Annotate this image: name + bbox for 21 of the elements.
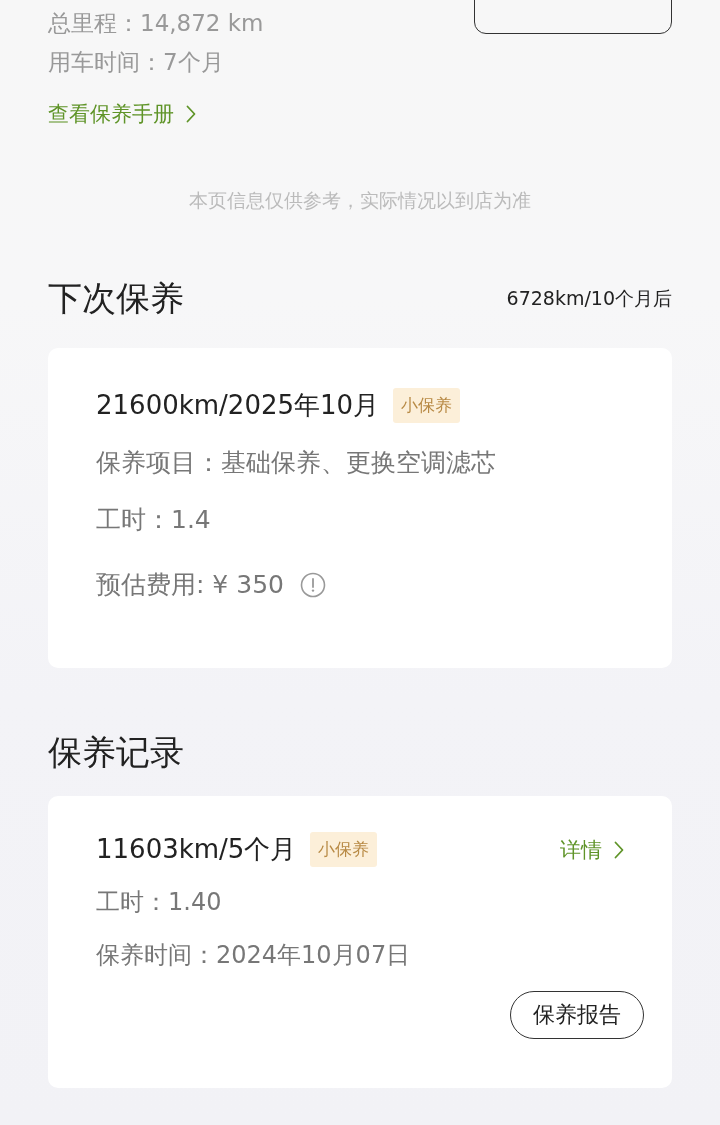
chevron-icon (614, 840, 624, 859)
mileage-text: 总里程：14,872 km (48, 9, 264, 38)
cost-text: 预估费用: ¥ 350 (96, 569, 284, 601)
usage-time-text: 用车时间：7个月 (48, 48, 224, 77)
report-button[interactable]: 保养报告 (510, 991, 644, 1039)
remaining-text: 6728km/10个月后 (506, 286, 672, 311)
items-text: 保养项目：基础保养、更换空调滤芯 (96, 447, 497, 479)
chevron-icon (186, 105, 196, 123)
info-icon[interactable] (299, 571, 326, 598)
notice-text: 本页信息仅供参考，实际情况以到店为准 (188, 188, 532, 213)
hours-text: 工时：1.4 (96, 504, 212, 536)
section-title: 下次保养 (48, 277, 184, 320)
date-text: 保养时间：2024年10月07日 (96, 940, 412, 971)
record-tag: 小保养 (310, 832, 378, 867)
hours-text: 工时：1.40 (96, 887, 223, 918)
record-heading: 11603km/5个月 (96, 833, 297, 866)
detail-link[interactable]: 详情 (560, 835, 624, 864)
maintenance-tag: 小保养 (393, 388, 461, 423)
maintenance-heading: 21600km/2025年10月 (96, 389, 380, 422)
section-title: 保养记录 (48, 731, 184, 774)
manual-link[interactable]: 查看保养手册 (48, 100, 196, 128)
